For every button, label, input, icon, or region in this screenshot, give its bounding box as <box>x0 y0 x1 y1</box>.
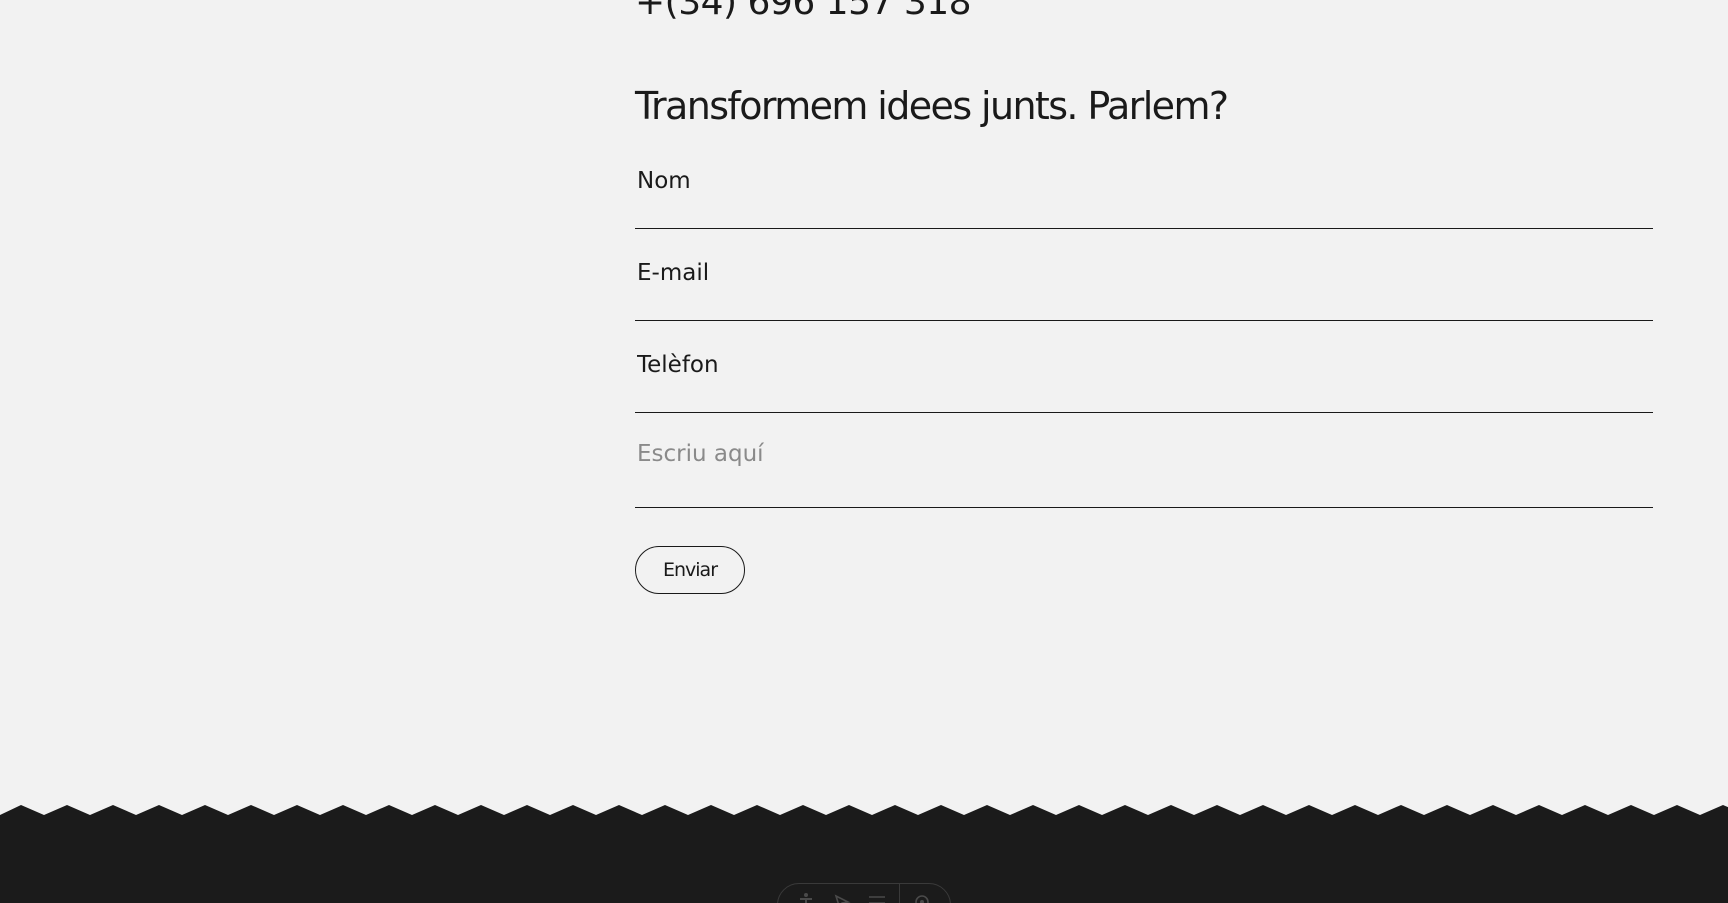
submit-button[interactable]: Enviar <box>635 546 745 594</box>
email-field-wrapper <box>635 229 1653 321</box>
message-textarea[interactable] <box>635 413 1653 507</box>
phone-input[interactable] <box>635 321 1653 412</box>
floating-toolbar <box>777 883 951 903</box>
phone-field-wrapper <box>635 321 1653 413</box>
name-input[interactable] <box>635 150 1653 212</box>
page: +(34) 696 157 318 Transformem idees junt… <box>0 0 1728 903</box>
settings-icon[interactable] <box>908 892 936 903</box>
name-field-wrapper <box>635 150 1653 229</box>
email-input[interactable] <box>635 229 1653 320</box>
contact-form <box>635 150 1653 508</box>
menu-icon[interactable] <box>864 892 892 903</box>
pointer-icon[interactable] <box>828 892 856 903</box>
contact-heading: Transformem idees junts. Parlem? <box>635 84 1229 128</box>
message-field-wrapper <box>635 413 1653 508</box>
accessibility-icon[interactable] <box>792 892 820 903</box>
toolbar-divider <box>899 884 901 903</box>
contact-phone[interactable]: +(34) 696 157 318 <box>635 0 972 23</box>
zigzag-divider <box>0 805 1728 819</box>
